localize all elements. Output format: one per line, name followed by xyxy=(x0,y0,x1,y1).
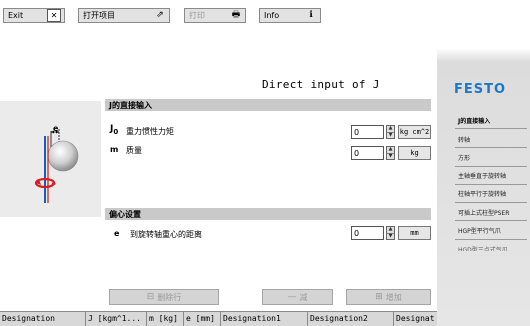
sidebar-divider xyxy=(455,166,527,167)
delete-row-button[interactable]: ⊟ 删除行 xyxy=(109,289,219,305)
j0-input[interactable]: 0 xyxy=(351,125,384,139)
close-icon: ✕ xyxy=(47,9,61,22)
minus-label: 减 xyxy=(299,292,308,302)
diagram-e-label: e xyxy=(53,124,59,133)
spin-down-icon[interactable]: ▼ xyxy=(387,131,394,139)
column-header[interactable]: Designation xyxy=(0,312,86,326)
j0-spinner[interactable]: ▲ ▼ xyxy=(386,125,395,139)
minus-button[interactable]: — 减 xyxy=(262,289,333,305)
m-label: 质量 xyxy=(126,146,142,155)
exit-label: Exit xyxy=(8,11,24,20)
delete-row-label: 删除行 xyxy=(157,292,182,302)
m-spinner[interactable]: ▲ ▼ xyxy=(386,146,395,160)
section-direct-input-header: J的直接输入 xyxy=(105,99,431,111)
sidebar-divider xyxy=(455,147,527,148)
sidebar-item-axis-parallel[interactable]: 柱轴平行于旋转轴 xyxy=(458,189,506,198)
sidebar-divider xyxy=(455,202,527,203)
sidebar-item-pser[interactable]: 可插上式柱型PSER xyxy=(458,208,509,217)
spin-down-icon[interactable]: ▼ xyxy=(387,152,394,160)
column-header[interactable]: Designation2 xyxy=(308,312,394,326)
rotating-mass-diagram xyxy=(34,129,79,203)
e-spinner[interactable]: ▲ ▼ xyxy=(386,226,395,240)
sidebar-item-hgp[interactable]: HGP型平行气爪 xyxy=(458,226,501,235)
exit-button[interactable]: Exit ✕ xyxy=(3,8,65,23)
sidebar-item-direct-input[interactable]: J的直接输入 xyxy=(458,116,490,125)
column-header[interactable]: Designation1 xyxy=(221,312,308,326)
e-symbol: e xyxy=(114,229,120,238)
e-input[interactable]: 0 xyxy=(351,226,384,240)
sidebar-divider xyxy=(455,239,527,240)
j0-symbol-sub: 0 xyxy=(113,127,119,136)
open-project-label: 打开项目 xyxy=(83,11,115,20)
add-label: 增加 xyxy=(385,292,402,302)
m-unit-button[interactable]: kg xyxy=(398,146,431,160)
printer-icon: 🖶 xyxy=(231,10,241,20)
e-label: 到旋转轴重心的距离 xyxy=(130,230,202,239)
j0-symbol: J0 xyxy=(110,124,118,136)
spin-down-icon[interactable]: ▼ xyxy=(387,232,394,240)
table-header: Designation J [kgm^1... m [kg] e [mm] De… xyxy=(0,311,437,326)
column-header[interactable]: e [mm] xyxy=(184,312,221,326)
page-title: Direct input of J xyxy=(262,78,380,91)
section-eccentric-header: 偏心设置 xyxy=(105,208,431,220)
sidebar-divider xyxy=(455,128,527,129)
j0-unit-button[interactable]: kg cm^2 xyxy=(398,125,431,139)
diagram-area xyxy=(0,101,101,217)
e-unit-button[interactable]: mm xyxy=(398,226,431,240)
open-project-button[interactable]: 打开项目 ⇗ xyxy=(78,8,170,23)
column-header[interactable]: Designat xyxy=(394,312,437,326)
festo-logo: FESTO xyxy=(454,82,507,97)
delete-row-icon: ⊟ xyxy=(146,292,155,302)
sidebar-item-shaft[interactable]: 转轴 xyxy=(458,135,470,144)
print-button[interactable]: 打印 🖶 xyxy=(184,8,246,23)
sidebar-item-hgd[interactable]: HGD型三点式气爪 xyxy=(458,245,508,251)
sidebar-item-axis-perpendicular[interactable]: 主轴垂直于旋转轴 xyxy=(458,171,506,180)
info-label: Info xyxy=(264,11,280,20)
sidebar xyxy=(437,0,530,326)
minus-icon: — xyxy=(287,292,297,302)
open-arrow-icon: ⇗ xyxy=(156,10,164,20)
j0-label: 重力惯性力矩 xyxy=(126,127,174,136)
add-button[interactable]: ⊞ 增加 xyxy=(346,289,431,305)
sidebar-item-square[interactable]: 方形 xyxy=(458,153,470,162)
column-header[interactable]: J [kgm^1... xyxy=(86,312,147,326)
info-button[interactable]: Info ℹ xyxy=(259,8,321,23)
print-label: 打印 xyxy=(189,11,205,20)
add-icon: ⊞ xyxy=(375,292,383,302)
sidebar-divider xyxy=(455,220,527,221)
column-header[interactable]: m [kg] xyxy=(147,312,184,326)
info-icon: ℹ xyxy=(309,10,313,20)
m-input[interactable]: 0 xyxy=(351,146,384,160)
sidebar-divider xyxy=(455,184,527,185)
m-symbol: m xyxy=(110,145,119,154)
